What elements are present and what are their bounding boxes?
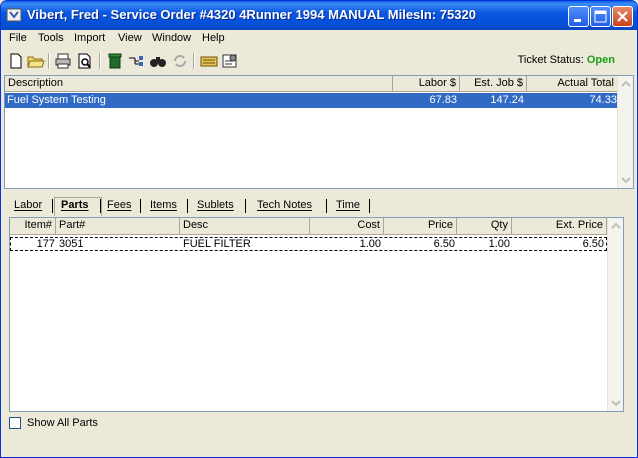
refresh-icon[interactable] <box>171 52 189 70</box>
job-actual-total: 74.33 <box>589 94 617 106</box>
tab-separator <box>187 199 188 213</box>
ticket-status-value: Open <box>586 54 615 66</box>
col-price[interactable]: Price <box>384 218 457 235</box>
col-est-job[interactable]: Est. Job $ <box>460 76 527 92</box>
maximize-button[interactable] <box>590 6 611 27</box>
tab-items[interactable]: Items <box>150 199 177 211</box>
job-labor: 67.83 <box>429 94 457 106</box>
print-icon[interactable] <box>54 52 72 70</box>
toolbar: Ticket Status: Open <box>1 48 637 74</box>
col-actual-total[interactable]: Actual Total <box>527 76 618 92</box>
binoculars-icon[interactable] <box>149 52 167 70</box>
tab-sublets[interactable]: Sublets <box>197 199 234 211</box>
part-price: 6.50 <box>433 238 455 250</box>
toolbar-separator <box>48 53 50 69</box>
tab-separator <box>140 199 141 213</box>
col-cost[interactable]: Cost <box>310 218 384 235</box>
tab-separator <box>369 199 370 213</box>
new-document-icon[interactable] <box>7 52 25 70</box>
window-title: Vibert, Fred - Service Order #4320 4Runn… <box>27 7 476 22</box>
menu-view[interactable]: View <box>118 32 142 44</box>
job-est-job: 147.24 <box>490 94 524 106</box>
part-number: 3051 <box>59 238 84 250</box>
menu-window[interactable]: Window <box>152 32 191 44</box>
detail-tabs: Labor Parts Fees Items Sublets Tech Note… <box>5 197 635 217</box>
menu-help[interactable]: Help <box>202 32 225 44</box>
keyboard-icon[interactable] <box>200 52 218 70</box>
col-item-number[interactable]: Item# <box>10 218 56 235</box>
parts-scrollbar[interactable] <box>607 218 623 411</box>
open-folder-icon[interactable] <box>27 52 45 70</box>
title-bar[interactable]: Vibert, Fred - Service Order #4320 4Runn… <box>1 1 637 30</box>
ticket-status: Ticket Status: Open <box>518 54 615 66</box>
toolbar-separator <box>99 53 101 69</box>
job-row[interactable]: Fuel System Testing 67.83 147.24 74.33 <box>5 93 618 108</box>
part-item-number: 177 <box>36 238 55 250</box>
jobs-list[interactable]: Description Labor $ Est. Job $ Actual To… <box>4 75 634 189</box>
service-order-window: Vibert, Fred - Service Order #4320 4Runn… <box>0 0 638 458</box>
trash-icon[interactable] <box>106 52 124 70</box>
col-description[interactable]: Description <box>5 76 393 92</box>
menu-tools[interactable]: Tools <box>38 32 64 44</box>
parts-grid[interactable]: Item# Part# Desc Cost Price Qty Ext. Pri… <box>9 217 624 412</box>
job-description: Fuel System Testing <box>7 94 106 106</box>
scroll-up-icon[interactable] <box>618 76 634 92</box>
scroll-up-icon[interactable] <box>608 218 624 234</box>
part-desc: FUEL FILTER <box>183 238 251 250</box>
col-qty[interactable]: Qty <box>457 218 512 235</box>
scroll-down-icon[interactable] <box>618 172 634 188</box>
scroll-down-icon[interactable] <box>608 395 624 411</box>
settings-icon[interactable] <box>221 52 239 70</box>
menu-file[interactable]: File <box>9 32 27 44</box>
part-cost: 1.00 <box>359 238 381 250</box>
tab-tech-notes[interactable]: Tech Notes <box>257 199 312 211</box>
toolbar-separator <box>193 53 195 69</box>
col-labor[interactable]: Labor $ <box>393 76 460 92</box>
close-icon <box>617 11 628 22</box>
part-row[interactable]: 177 3051 FUEL FILTER 1.00 6.50 1.00 6.50 <box>10 237 607 251</box>
ticket-status-label: Ticket Status: <box>517 54 584 66</box>
tab-separator <box>52 199 53 213</box>
tab-parts[interactable]: Parts <box>61 199 89 211</box>
part-qty: 1.00 <box>488 238 510 250</box>
col-ext-price[interactable]: Ext. Price <box>512 218 607 235</box>
tab-labor[interactable]: Labor <box>14 199 42 211</box>
tab-separator <box>245 199 246 213</box>
part-ext-price: 6.50 <box>582 238 604 250</box>
col-part-number[interactable]: Part# <box>56 218 180 235</box>
tab-fees[interactable]: Fees <box>107 199 131 211</box>
close-button[interactable] <box>612 6 633 27</box>
tab-separator <box>326 199 327 213</box>
tab-separator <box>100 199 101 213</box>
show-all-parts-checkbox[interactable] <box>9 417 21 429</box>
app-icon <box>6 8 22 22</box>
jobs-scrollbar[interactable] <box>617 76 633 188</box>
minimize-button[interactable] <box>568 6 589 27</box>
tab-time[interactable]: Time <box>336 199 360 211</box>
col-desc[interactable]: Desc <box>180 218 310 235</box>
menu-bar: File Tools Import View Window Help <box>1 30 637 48</box>
tree-icon[interactable] <box>127 52 145 70</box>
print-preview-icon[interactable] <box>76 52 94 70</box>
menu-import[interactable]: Import <box>74 32 105 44</box>
show-all-parts-label: Show All Parts <box>27 417 98 429</box>
